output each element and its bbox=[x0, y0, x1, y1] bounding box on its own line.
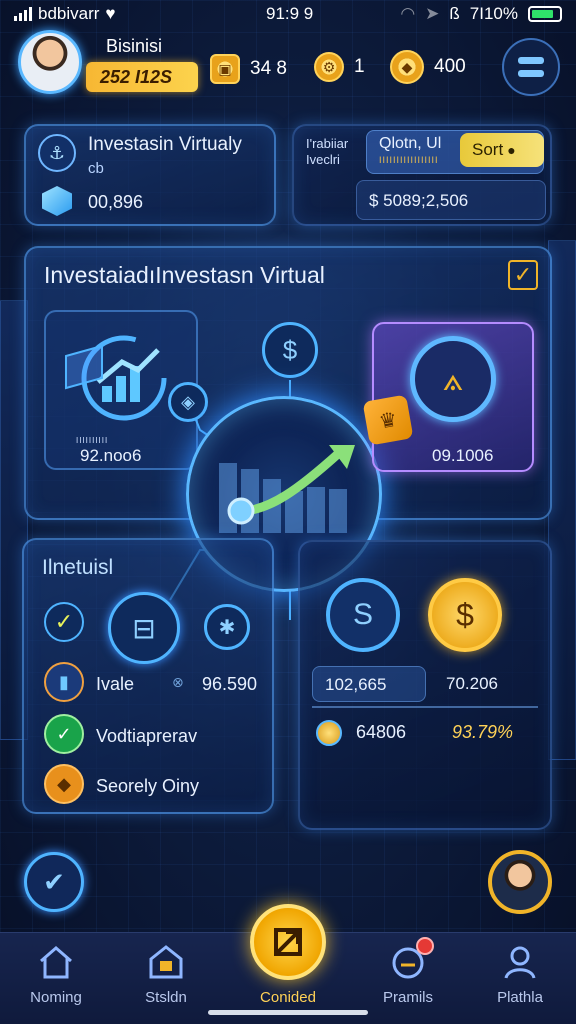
menu-button[interactable] bbox=[502, 38, 560, 96]
earnings-value-2: 70.206 bbox=[446, 674, 498, 693]
investment-card-subtitle: cb bbox=[88, 160, 104, 177]
user-avatar[interactable] bbox=[18, 30, 82, 94]
details-row-3[interactable]: ◆ Seorely Oiny bbox=[44, 764, 268, 808]
sort-button-label: Sort bbox=[472, 140, 504, 159]
nav-station-label: Stsldn bbox=[145, 989, 187, 1006]
location-icon: ➤ bbox=[425, 4, 440, 23]
reward-card-value: 09.1006 bbox=[432, 446, 494, 465]
nav-station[interactable]: Stsldn bbox=[116, 933, 216, 1024]
battery-percent: 7I10% bbox=[469, 4, 518, 23]
status-bar: bdbivarr ♥ 91:9 9 ◠ ➤ ß 7I10% bbox=[0, 0, 576, 28]
details-row-2-label: Vodtiaprerav bbox=[96, 726, 198, 746]
cube-icon bbox=[42, 186, 72, 216]
security-icon: ◆ bbox=[44, 764, 84, 804]
user-icon bbox=[504, 946, 536, 979]
coin-balance[interactable]: 252 I12S bbox=[86, 62, 198, 92]
checkbox-icon[interactable]: ✓ bbox=[508, 260, 538, 290]
market-label-2: Iveclri bbox=[306, 152, 340, 167]
market-header-text: Qlotn, Ul bbox=[379, 135, 442, 152]
stat-points[interactable]: ◆ 400 bbox=[390, 50, 466, 84]
profile-avatar-button[interactable] bbox=[488, 850, 552, 914]
chest-icon: ▣ bbox=[210, 54, 240, 84]
status-time: 91:9 9 bbox=[266, 4, 314, 23]
earnings-value-1-box: 102,665 bbox=[312, 666, 426, 702]
details-row-2[interactable]: ✓ Vodtiaprerav bbox=[44, 714, 268, 758]
investment-card[interactable]: ⚓ Investasin Virtualy cb 00,896 bbox=[24, 124, 276, 226]
nav-people[interactable]: Plathla bbox=[470, 933, 570, 1024]
dollar-coin-icon[interactable]: $ bbox=[428, 578, 502, 652]
link-icon: ⊗ bbox=[172, 674, 184, 690]
battery-icon bbox=[528, 6, 562, 22]
home-icon bbox=[40, 946, 72, 979]
wifi-icon: ◠ bbox=[400, 4, 416, 23]
earnings-value-1: 102,665 bbox=[325, 675, 387, 694]
carrier-name: bdbivarr bbox=[38, 4, 100, 23]
bar-chart-icon: ▮ bbox=[44, 662, 84, 702]
briefcase-icon[interactable]: ⊟ bbox=[108, 592, 180, 664]
details-panel-title: Ilnetuisl bbox=[42, 556, 114, 579]
anchor-icon: ⚓ bbox=[38, 134, 76, 172]
check-icon[interactable]: ✓ bbox=[44, 602, 84, 642]
main-panel-title: InvestaiadıInvestasn Virtual bbox=[44, 262, 325, 288]
details-row-1-label: Ivale bbox=[96, 674, 135, 694]
token-icon bbox=[316, 720, 342, 746]
exchange-gear-icon[interactable]: S bbox=[326, 578, 400, 652]
heart-icon: ♥ bbox=[105, 4, 116, 23]
stat-gems[interactable]: ▣ 34 8 bbox=[210, 54, 287, 84]
investment-card-title: Investasin Virtualy bbox=[88, 134, 242, 155]
approve-icon: ✓ bbox=[44, 714, 84, 754]
shield-gear-icon[interactable]: ◈ bbox=[168, 382, 208, 422]
badge-icon: ♛ bbox=[362, 394, 414, 446]
stats-button[interactable]: ✔ bbox=[24, 852, 84, 912]
growth-arrow-icon bbox=[219, 445, 355, 533]
market-header-sub: IIIIIIIIIIIIIIIII bbox=[379, 155, 439, 165]
market-value: $ 5089;2,506 bbox=[369, 191, 469, 210]
notification-badge bbox=[416, 937, 434, 955]
earnings-value-4: 93.79% bbox=[452, 722, 514, 742]
stat-points-value: 400 bbox=[434, 56, 466, 77]
target-icon: ⟑ bbox=[410, 336, 496, 422]
gear-coin-icon: ⚙ bbox=[314, 52, 344, 82]
market-value-box: $ 5089;2,506 bbox=[356, 180, 546, 220]
arrow-icon bbox=[274, 928, 302, 956]
house-lock-icon bbox=[149, 945, 183, 979]
stat-gems-value: 34 8 bbox=[250, 58, 287, 79]
investment-card-value: 00,896 bbox=[88, 192, 144, 212]
nav-home[interactable]: Noming bbox=[6, 933, 106, 1024]
details-row-3-label: Seorely Oiny bbox=[96, 776, 200, 796]
signal-icon bbox=[14, 7, 32, 21]
market-label-1: I'rabiiar bbox=[306, 136, 349, 151]
sort-button[interactable]: Sort ● bbox=[460, 133, 544, 167]
details-row-1-value: 96.590 bbox=[202, 674, 258, 694]
bluetooth-icon: ß bbox=[449, 4, 460, 23]
nav-center-label: Conided bbox=[260, 989, 316, 1006]
main-action-button[interactable] bbox=[250, 904, 326, 980]
dollar-gear-icon[interactable]: $ bbox=[262, 322, 318, 378]
nav-people-label: Plathla bbox=[497, 989, 543, 1006]
tools-gear-icon[interactable]: ✱ bbox=[204, 604, 250, 650]
user-name: Bisinisi bbox=[106, 36, 163, 56]
stat-gear[interactable]: ⚙ 1 bbox=[314, 52, 365, 82]
home-indicator bbox=[208, 1010, 368, 1015]
nav-profiles[interactable]: Pramils bbox=[358, 933, 458, 1024]
nav-profiles-label: Pramils bbox=[382, 989, 433, 1006]
nav-home-label: Noming bbox=[30, 989, 82, 1006]
sort-coin-icon: ● bbox=[507, 142, 516, 158]
divider bbox=[312, 706, 538, 708]
coin-icon: ◆ bbox=[390, 50, 424, 84]
stat-gear-value: 1 bbox=[354, 56, 365, 77]
details-row-1[interactable]: ▮ Ivale ⊗ 96.590 bbox=[44, 662, 268, 706]
earnings-value-3: 64806 bbox=[356, 722, 407, 742]
